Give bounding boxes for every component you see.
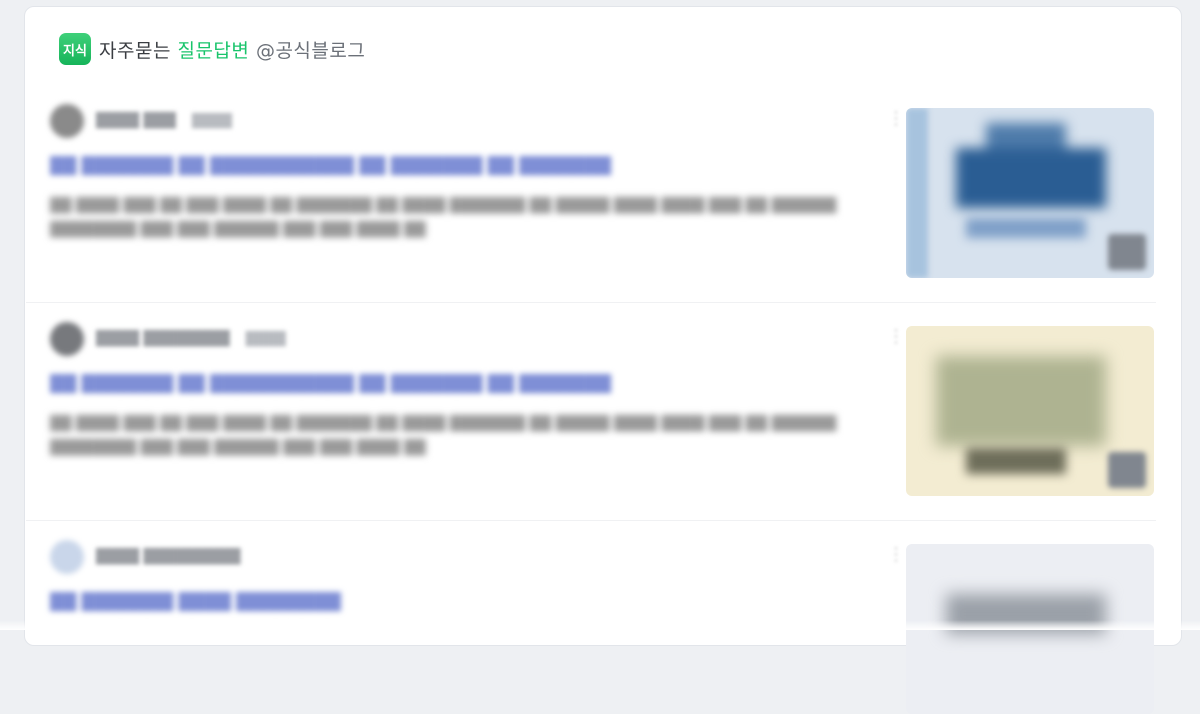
- logo-glyph: 지식: [63, 40, 87, 59]
- item-thumbnail[interactable]: [906, 326, 1154, 496]
- thumbnail-badge-icon: [1108, 452, 1146, 488]
- author-name[interactable]: ████ ███: [96, 113, 176, 129]
- title-accent: 질문답변: [177, 40, 249, 62]
- author-name[interactable]: ████ ████████: [96, 331, 230, 347]
- section-header: 지식 자주묻는 질문답변 @공식블로그: [59, 29, 365, 69]
- item-meta: ████ ███ ████: [50, 108, 880, 134]
- item-snippet: ██ ████ ███ ██ ███ ████ ██ ███████ ██ ██…: [50, 412, 880, 464]
- author-name[interactable]: ████ █████████: [96, 549, 240, 565]
- post-date: ████: [246, 332, 286, 347]
- avatar[interactable]: [50, 104, 84, 138]
- section-title[interactable]: 자주묻는 질문답변 @공식블로그: [99, 36, 365, 63]
- avatar[interactable]: [50, 540, 84, 574]
- title-suffix: @공식블로그: [256, 40, 365, 62]
- thumbnail-badge-icon: [1108, 234, 1146, 270]
- list-item[interactable]: ████ ████████ ████ ██ ███████ ██ ███████…: [50, 326, 1154, 496]
- title-prefix: 자주묻는: [99, 40, 171, 62]
- divider: [26, 302, 1156, 303]
- list-item[interactable]: ████ ███ ████ ██ ███████ ██ ███████████ …: [50, 108, 1154, 278]
- item-thumbnail[interactable]: [906, 108, 1154, 278]
- item-text: ████ ████████ ████ ██ ███████ ██ ███████…: [50, 326, 880, 496]
- item-title-link[interactable]: ██ ███████ ██ ███████████ ██ ███████ ██ …: [50, 156, 880, 176]
- more-vertical-icon[interactable]: ⋮: [884, 108, 908, 138]
- avatar[interactable]: [50, 322, 84, 356]
- item-title-link[interactable]: ██ ███████ ████ ████████: [50, 592, 470, 612]
- item-meta: ████ ████████ ████: [50, 326, 880, 352]
- divider: [26, 520, 1156, 521]
- item-snippet: ██ ████ ███ ██ ███ ████ ██ ███████ ██ ██…: [50, 194, 880, 246]
- item-meta: ████ █████████: [50, 544, 880, 570]
- knowledge-logo-icon: 지식: [59, 33, 91, 65]
- item-text: ████ ███ ████ ██ ███████ ██ ███████████ …: [50, 108, 880, 278]
- bottom-fade: [0, 620, 1200, 630]
- more-vertical-icon[interactable]: ⋮: [884, 544, 908, 574]
- post-date: ████: [192, 114, 232, 129]
- item-title-link[interactable]: ██ ███████ ██ ███████████ ██ ███████ ██ …: [50, 374, 880, 394]
- more-vertical-icon[interactable]: ⋮: [884, 326, 908, 356]
